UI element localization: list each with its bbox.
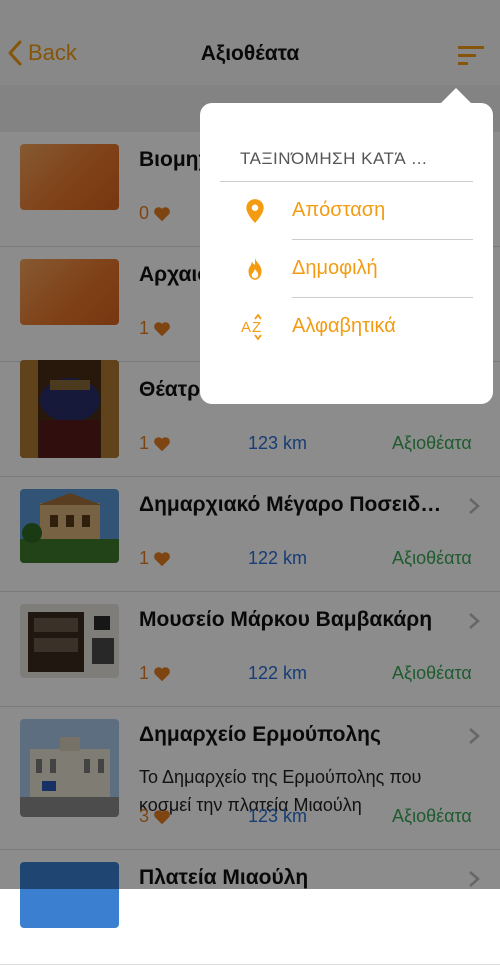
svg-text:Z: Z xyxy=(252,319,261,336)
sort-menu-title: ΤΑΞΙΝΌΜΗΣΗ ΚΑΤΆ ... xyxy=(240,149,428,168)
sort-option-distance[interactable]: Απόσταση xyxy=(200,182,493,240)
flame-icon xyxy=(248,258,262,280)
sort-popover: ΤΑΞΙΝΌΜΗΣΗ ΚΑΤΆ ... Απόσταση Δημοφιλή A … xyxy=(200,103,493,404)
sort-option-label: Δημοφιλή xyxy=(292,257,378,279)
sort-option-alphabetical[interactable]: A Z Αλφαβητικά xyxy=(200,298,493,356)
alphabetical-sort-icon: A Z xyxy=(241,314,262,340)
sort-option-label: Απόσταση xyxy=(292,199,386,221)
location-pin-icon xyxy=(246,199,264,223)
popover-arrow xyxy=(440,88,472,104)
sort-option-label: Αλφαβητικά xyxy=(292,315,396,337)
sort-option-popular[interactable]: Δημοφιλή xyxy=(200,240,493,298)
svg-text:A: A xyxy=(241,319,251,336)
